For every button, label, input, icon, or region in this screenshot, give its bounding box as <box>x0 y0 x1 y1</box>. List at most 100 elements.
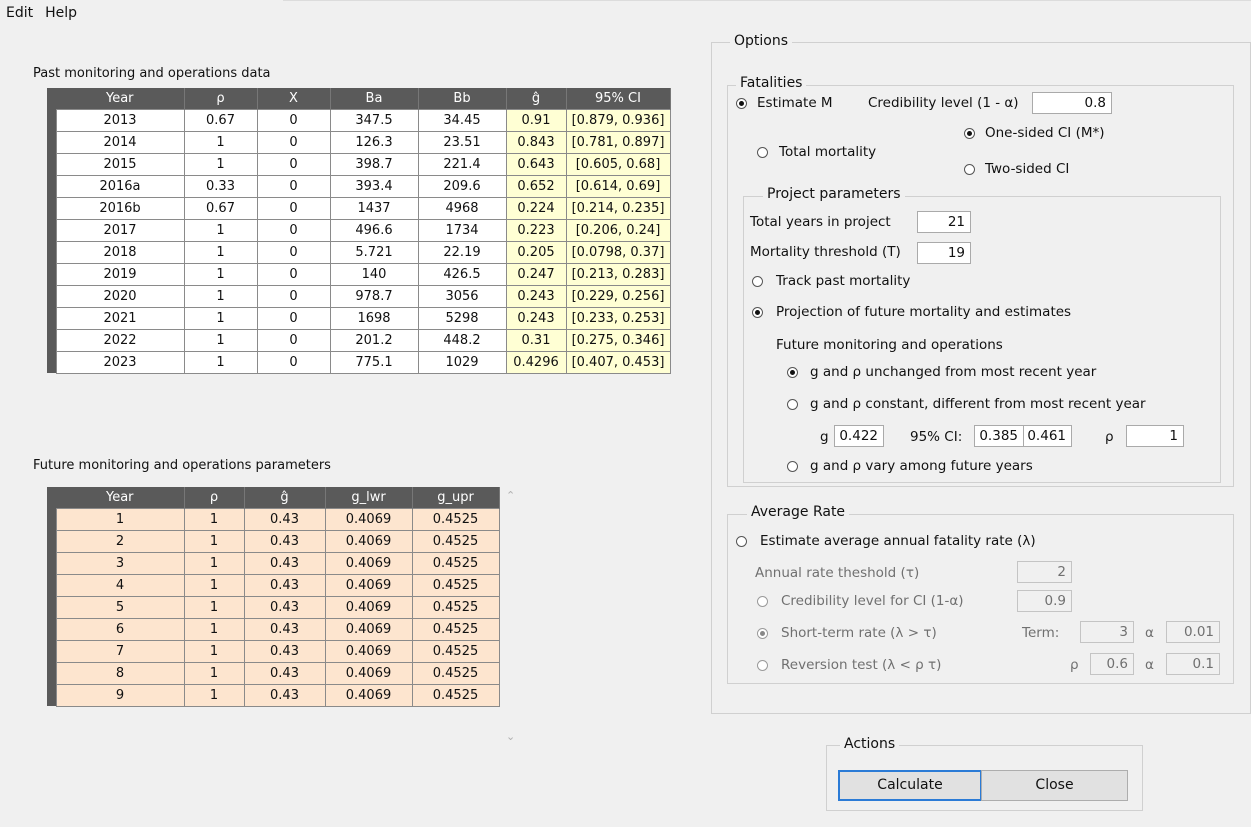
column-header[interactable]: Bb <box>418 88 507 109</box>
table-cell[interactable]: 1 <box>183 284 258 308</box>
table-cell[interactable]: 426.5 <box>417 262 507 286</box>
table-cell[interactable]: 0.67 <box>183 196 258 220</box>
table-cell[interactable]: 7 <box>55 639 185 663</box>
table-cell[interactable]: 1 <box>183 240 258 264</box>
table-cell[interactable]: [0.0798, 0.37] <box>565 240 671 264</box>
table-row[interactable]: 2015 1 0 398.7 221.4 0.643 [0.605, 0.68] <box>47 152 671 176</box>
table-row[interactable]: 2014 1 0 126.3 23.51 0.843 [0.781, 0.897] <box>47 130 671 154</box>
table-row[interactable]: 8 1 0.43 0.4069 0.4525 <box>47 661 500 685</box>
table-row[interactable]: 2013 0.67 0 347.5 34.45 0.91 [0.879, 0.936] <box>47 108 671 132</box>
table-cell[interactable]: 2021 <box>55 306 185 330</box>
table-cell[interactable]: 1 <box>183 529 245 553</box>
table-row[interactable]: 2022 1 0 201.2 448.2 0.31 [0.275, 0.346] <box>47 328 671 352</box>
table-cell[interactable]: 0 <box>256 152 331 176</box>
table-cell[interactable]: [0.614, 0.69] <box>565 174 671 198</box>
table-cell[interactable]: 0.243 <box>505 306 567 330</box>
scroll-down-icon[interactable]: ⌄ <box>506 730 515 743</box>
row-header[interactable] <box>47 530 56 552</box>
row-header[interactable] <box>47 263 56 285</box>
table-cell[interactable]: 1 <box>183 639 245 663</box>
table-cell[interactable]: 1 <box>183 218 258 242</box>
table-row[interactable]: 2018 1 0 5.721 22.19 0.205 [0.0798, 0.37] <box>47 240 671 264</box>
table-cell[interactable]: 0.223 <box>505 218 567 242</box>
total-years-input[interactable]: 21 <box>917 211 971 233</box>
table-cell[interactable]: 5 <box>55 595 185 619</box>
table-row[interactable]: 2019 1 0 140 426.5 0.247 [0.213, 0.283] <box>47 262 671 286</box>
alpha1-input[interactable]: 0.01 <box>1166 621 1220 643</box>
table-cell[interactable]: 0.43 <box>243 661 326 685</box>
table-cell[interactable]: 6 <box>55 617 185 641</box>
two-sided-ci-radio[interactable] <box>964 164 975 175</box>
table-cell[interactable]: 0.4069 <box>324 683 413 707</box>
table-cell[interactable]: [0.879, 0.936] <box>565 108 671 132</box>
table-cell[interactable]: 0 <box>256 328 331 352</box>
table-cell[interactable]: 0.4296 <box>505 350 567 374</box>
table-cell[interactable]: 1029 <box>417 350 507 374</box>
table-cell[interactable]: 209.6 <box>417 174 507 198</box>
table-cell[interactable]: 0.4525 <box>411 595 500 619</box>
row-header[interactable] <box>47 329 56 351</box>
table-cell[interactable]: 1698 <box>329 306 419 330</box>
table-cell[interactable]: 0.247 <box>505 262 567 286</box>
term-input[interactable]: 3 <box>1080 621 1134 643</box>
table-cell[interactable]: 0 <box>256 130 331 154</box>
table-row[interactable]: 2017 1 0 496.6 1734 0.223 [0.206, 0.24] <box>47 218 671 242</box>
table-cell[interactable]: 0.4525 <box>411 639 500 663</box>
table-cell[interactable]: 9 <box>55 683 185 707</box>
table-cell[interactable]: 0 <box>256 350 331 374</box>
row-header[interactable] <box>47 285 56 307</box>
one-sided-ci-radio[interactable] <box>964 128 975 139</box>
table-cell[interactable]: [0.781, 0.897] <box>565 130 671 154</box>
table-cell[interactable]: [0.407, 0.453] <box>565 350 671 374</box>
row-header[interactable] <box>47 153 56 175</box>
column-header[interactable]: ρ <box>184 487 245 508</box>
table-row[interactable]: 6 1 0.43 0.4069 0.4525 <box>47 617 500 641</box>
table-row[interactable]: 7 1 0.43 0.4069 0.4525 <box>47 639 500 663</box>
table-cell[interactable]: 0.43 <box>243 529 326 553</box>
column-header[interactable]: Year <box>56 487 185 508</box>
table-cell[interactable]: 1 <box>183 328 258 352</box>
table-cell[interactable]: 2018 <box>55 240 185 264</box>
table-cell[interactable]: 1437 <box>329 196 419 220</box>
table-row[interactable]: 2 1 0.43 0.4069 0.4525 <box>47 529 500 553</box>
table-row[interactable]: 4 1 0.43 0.4069 0.4525 <box>47 573 500 597</box>
table-cell[interactable]: 0.4525 <box>411 573 500 597</box>
table-cell[interactable]: 0.4069 <box>324 639 413 663</box>
estimate-m-radio[interactable] <box>736 98 747 109</box>
table-cell[interactable]: 0.43 <box>243 551 326 575</box>
table-cell[interactable]: 0.243 <box>505 284 567 308</box>
column-header[interactable]: 95% CI <box>566 88 671 109</box>
table-cell[interactable]: [0.275, 0.346] <box>565 328 671 352</box>
table-cell[interactable]: 1 <box>183 573 245 597</box>
column-header[interactable]: ĝ <box>244 487 326 508</box>
table-cell[interactable]: 0.4525 <box>411 683 500 707</box>
table-row[interactable]: 2023 1 0 775.1 1029 0.4296 [0.407, 0.453] <box>47 350 671 374</box>
column-header[interactable]: X <box>257 88 331 109</box>
table-cell[interactable]: 3 <box>55 551 185 575</box>
rho-input[interactable]: 1 <box>1126 425 1184 447</box>
credibility-input[interactable]: 0.8 <box>1032 92 1112 114</box>
table-cell[interactable]: 0.4069 <box>324 661 413 685</box>
table-cell[interactable]: 4968 <box>417 196 507 220</box>
table-row[interactable]: 5 1 0.43 0.4069 0.4525 <box>47 595 500 619</box>
column-header[interactable]: Year <box>56 88 185 109</box>
table-cell[interactable]: 0.224 <box>505 196 567 220</box>
row-header[interactable] <box>47 131 56 153</box>
menu-help[interactable]: Help <box>45 5 77 21</box>
constant-radio[interactable] <box>787 399 798 410</box>
table-cell[interactable]: 0.67 <box>183 108 258 132</box>
table-row[interactable]: 1 1 0.43 0.4069 0.4525 <box>47 507 500 531</box>
table-cell[interactable]: 0.31 <box>505 328 567 352</box>
table-cell[interactable]: 0.33 <box>183 174 258 198</box>
table-cell[interactable]: 2020 <box>55 284 185 308</box>
ci-high-input[interactable]: 0.461 <box>1023 425 1072 447</box>
table-cell[interactable]: 0.643 <box>505 152 567 176</box>
table-cell[interactable]: 0.4069 <box>324 529 413 553</box>
table-cell[interactable]: 0.4069 <box>324 507 413 531</box>
table-cell[interactable]: [0.213, 0.283] <box>565 262 671 286</box>
column-header[interactable]: ρ <box>184 88 258 109</box>
menu-edit[interactable]: Edit <box>6 5 33 21</box>
table-cell[interactable]: 2023 <box>55 350 185 374</box>
table-cell[interactable]: 1 <box>183 551 245 575</box>
table-cell[interactable]: [0.229, 0.256] <box>565 284 671 308</box>
